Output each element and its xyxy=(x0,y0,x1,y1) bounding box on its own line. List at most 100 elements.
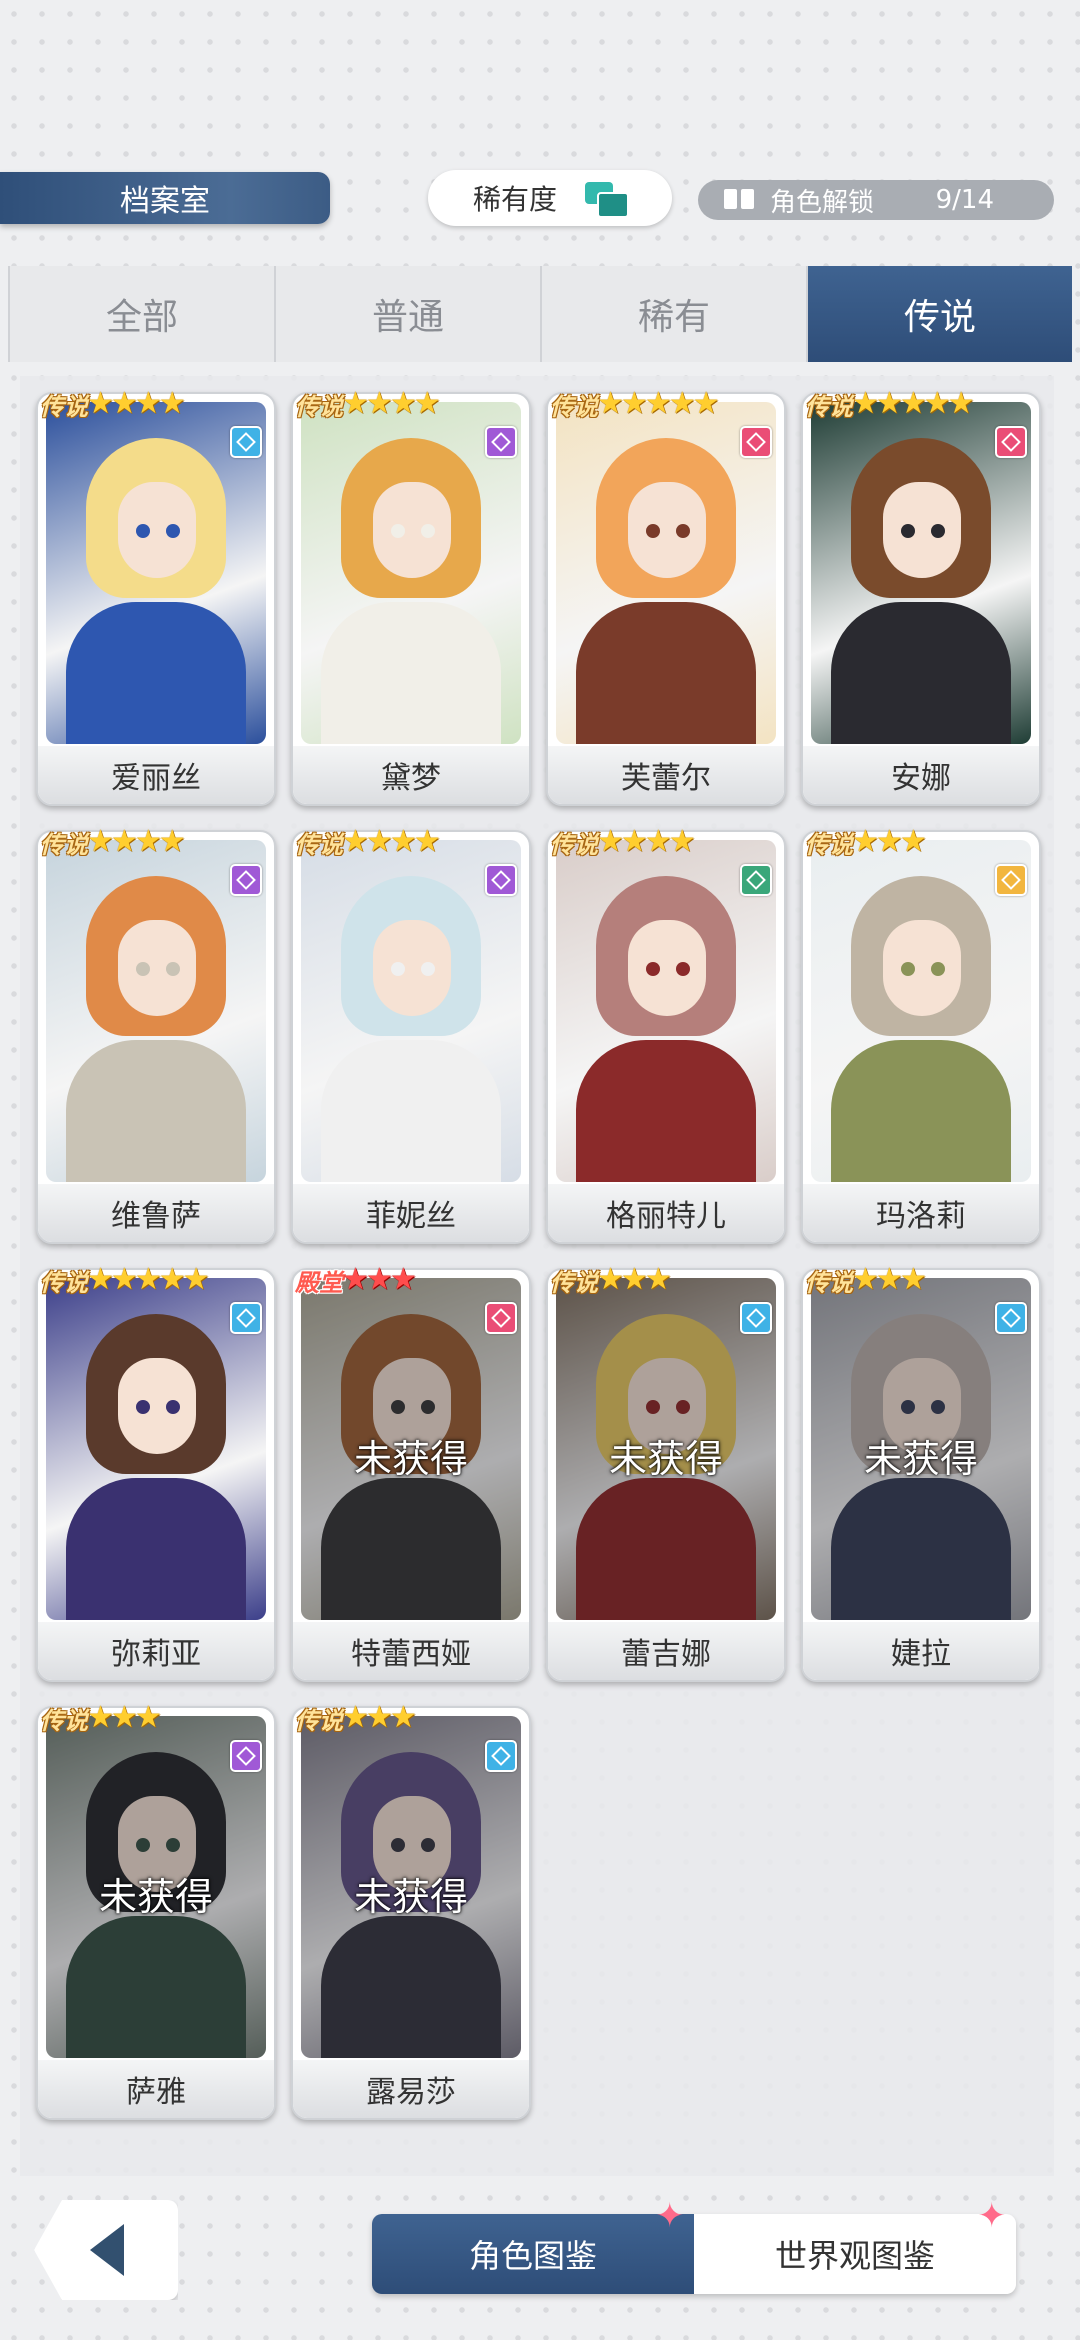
character-card[interactable]: 传说 ★ ★ ★ ★ 黛梦 xyxy=(291,389,531,806)
rarity-tag: 传说 xyxy=(550,392,598,421)
ice-attribute-icon xyxy=(740,1302,772,1334)
character-card[interactable]: 未获得 殿堂 ★ ★ ★ 特蕾西娅 xyxy=(291,1265,531,1682)
tab-character-codex-label: 角色图鉴 xyxy=(468,2237,597,2275)
character-name: 弥莉亚 xyxy=(38,1622,274,1680)
rarity-tag: 传说 xyxy=(805,1268,853,1297)
star-icon: ★ xyxy=(110,1700,138,1735)
star-icon: ★ xyxy=(852,824,879,859)
sparkle-icon: ✦ xyxy=(655,2196,685,2236)
wind-attribute-icon xyxy=(485,864,517,896)
rarity-rank: 传说 ★ ★ ★ ★ ★ xyxy=(803,386,975,422)
wind-attribute-icon xyxy=(485,426,517,458)
rarity-tag: 传说 xyxy=(40,1706,88,1735)
character-card[interactable]: 传说 ★ ★ ★ ★ 爱丽丝 xyxy=(36,386,276,806)
star-icon: ★ xyxy=(87,1700,114,1735)
star-icon: ★ xyxy=(87,1262,114,1297)
star-icon: ★ xyxy=(342,1262,369,1297)
star-icon: ★ xyxy=(875,386,903,421)
character-card[interactable]: 传说 ★ ★ ★ ★ ★ 安娜 xyxy=(801,389,1041,806)
ice-attribute-icon xyxy=(230,1302,262,1334)
rarity-rank: 传说 ★ ★ ★ ★ xyxy=(38,824,186,860)
character-name: 露易莎 xyxy=(293,2060,529,2118)
character-grid: 传说 ★ ★ ★ ★ 爱丽丝 传说 ★ ★ ★ ★ 黛梦 传说 ★ ★ ★ ★ ★ 芙蕾尔 传说 ★ ★ ★ ★ ★ 安娜 传说 ★ ★… xyxy=(20,376,1054,2176)
star-icon: ★ xyxy=(389,386,417,421)
tab-legend[interactable]: 传说 xyxy=(808,266,1072,362)
star-icon: ★ xyxy=(644,1262,672,1297)
rarity-tag: 传说 xyxy=(295,1706,343,1735)
star-icon: ★ xyxy=(597,824,624,859)
star-icon: ★ xyxy=(899,1262,927,1297)
character-name: 婕拉 xyxy=(803,1622,1039,1680)
tab-common[interactable]: 普通 xyxy=(276,266,542,362)
tab-rare[interactable]: 稀有 xyxy=(542,266,808,362)
rarity-rank: 传说 ★ ★ ★ ★ ★ xyxy=(548,386,720,422)
rarity-tag: 传说 xyxy=(805,392,853,421)
character-name: 蕾吉娜 xyxy=(548,1622,784,1680)
star-icon: ★ xyxy=(620,824,648,859)
not-obtained-label: 未获得 xyxy=(98,1875,213,1919)
character-card[interactable]: 传说 ★ ★ ★ ★ 菲妮丝 xyxy=(291,824,531,1244)
rarity-sort-label: 稀有度 xyxy=(472,183,557,216)
star-icon: ★ xyxy=(620,386,648,421)
fire-attribute-icon xyxy=(995,426,1027,458)
character-name: 玛洛莉 xyxy=(803,1184,1039,1242)
star-icon: ★ xyxy=(87,386,114,421)
star-icon: ★ xyxy=(875,1262,903,1297)
back-button[interactable] xyxy=(34,2200,178,2300)
star-icon: ★ xyxy=(134,1262,162,1297)
tab-world-codex-label: 世界观图鉴 xyxy=(774,2237,935,2275)
rarity-sort-button[interactable]: 稀有度 xyxy=(428,170,672,226)
character-card[interactable]: 未获得 传说 ★ ★ ★ 萨雅 xyxy=(36,1700,276,2120)
star-icon: ★ xyxy=(182,1262,210,1297)
star-icon: ★ xyxy=(413,824,441,859)
fire-attribute-icon xyxy=(485,1302,517,1334)
tab-all[interactable]: 全部 xyxy=(8,266,276,362)
ice-attribute-icon xyxy=(995,1302,1027,1334)
rarity-tabs: 全部 普通 稀有 传说 xyxy=(8,266,1072,362)
star-icon: ★ xyxy=(668,386,696,421)
tab-character-codex[interactable]: 角色图鉴 ✦ xyxy=(372,2196,694,2294)
rarity-rank: 传说 ★ ★ ★ ★ xyxy=(548,824,696,860)
character-card[interactable]: 传说 ★ ★ ★ ★ 格丽特儿 xyxy=(546,827,786,1244)
rarity-rank: 传说 ★ ★ ★ ★ xyxy=(293,386,441,422)
character-card[interactable]: 未获得 传说 ★ ★ ★ 露易莎 xyxy=(291,1703,531,2120)
rarity-tag: 传说 xyxy=(550,1268,598,1297)
star-icon: ★ xyxy=(365,386,393,421)
rarity-rank: 传说 ★ ★ ★ xyxy=(293,1700,417,1736)
star-icon: ★ xyxy=(158,1262,186,1297)
character-card[interactable]: 传说 ★ ★ ★ ★ ★ 弥莉亚 xyxy=(36,1262,276,1682)
sort-toggle-icon xyxy=(585,182,629,218)
star-icon: ★ xyxy=(668,824,696,859)
star-icon: ★ xyxy=(597,386,624,421)
star-icon: ★ xyxy=(597,1262,624,1297)
character-card[interactable]: 未获得 传说 ★ ★ ★ 婕拉 xyxy=(801,1265,1041,1682)
star-icon: ★ xyxy=(389,824,417,859)
character-name: 黛梦 xyxy=(293,746,529,804)
rarity-tag: 传说 xyxy=(40,392,88,421)
earth-attribute-icon xyxy=(740,864,772,896)
star-icon: ★ xyxy=(692,386,720,421)
character-card[interactable]: 传说 ★ ★ ★ 玛洛莉 xyxy=(801,827,1041,1244)
character-name: 维鲁萨 xyxy=(38,1184,274,1242)
tab-world-codex[interactable]: 世界观图鉴 ✦ xyxy=(694,2196,1016,2294)
star-icon: ★ xyxy=(110,824,138,859)
star-icon: ★ xyxy=(134,386,162,421)
character-name: 格丽特儿 xyxy=(548,1184,784,1242)
rarity-rank: 传说 ★ ★ ★ xyxy=(803,1262,927,1298)
rarity-rank: 传说 ★ ★ ★ xyxy=(803,824,927,860)
star-icon: ★ xyxy=(134,1700,162,1735)
rarity-rank: 殿堂 ★ ★ ★ xyxy=(293,1262,417,1298)
character-card[interactable]: 传说 ★ ★ ★ ★ ★ 芙蕾尔 xyxy=(546,389,786,806)
star-icon: ★ xyxy=(158,824,186,859)
character-card[interactable]: 未获得 传说 ★ ★ ★ 蕾吉娜 xyxy=(546,1262,786,1682)
codex-tabs: 角色图鉴 ✦ 世界观图鉴 ✦ xyxy=(372,2196,1016,2294)
character-name: 菲妮丝 xyxy=(293,1184,529,1242)
star-icon: ★ xyxy=(365,1700,393,1735)
archive-title: 档案室 xyxy=(0,172,330,224)
star-icon: ★ xyxy=(899,824,927,859)
character-card[interactable]: 传说 ★ ★ ★ ★ 维鲁萨 xyxy=(36,827,276,1244)
star-icon: ★ xyxy=(389,1700,417,1735)
not-obtained-label: 未获得 xyxy=(353,1437,468,1481)
star-icon: ★ xyxy=(644,386,672,421)
wind-attribute-icon xyxy=(230,1740,262,1772)
